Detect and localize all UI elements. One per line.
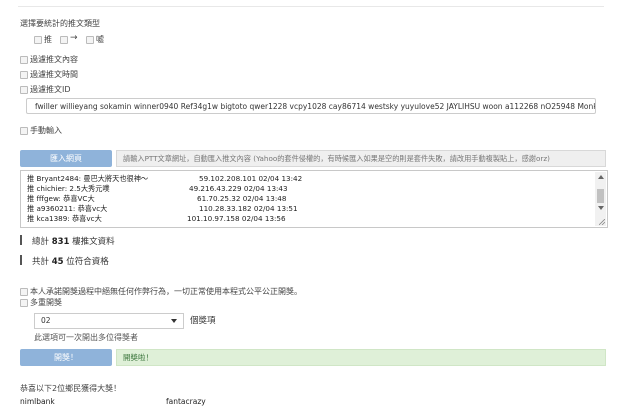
push-row: 推 Bryant2484: 曼巴大將天也很神～ 59.102.208.101 02… (27, 174, 303, 183)
type-arrow-checkbox[interactable] (60, 36, 68, 44)
scroll-down-icon[interactable] (598, 206, 604, 210)
push-row: 推 fffgew: 恭喜VC大 61.70.25.32 02/04 13:48 (27, 194, 287, 203)
prize-count-select[interactable]: 02 (34, 313, 184, 329)
stat-bar (20, 235, 22, 245)
multi-prize-label: 多重開獎 (30, 298, 62, 307)
stat-bar (20, 255, 22, 265)
filter-time-checkbox[interactable] (20, 71, 28, 79)
filter-content-label: 過濾推文內容 (30, 55, 78, 64)
section-title: 選擇要統計的推文類型 (20, 19, 100, 28)
filter-content-checkbox[interactable] (20, 56, 28, 64)
push-textarea[interactable]: 推 Bryant2484: 曼巴大將天也很神～ 59.102.208.101 02… (20, 170, 608, 228)
chevron-down-icon (171, 319, 177, 323)
type-push-checkbox[interactable] (34, 36, 42, 44)
agree-label: 本人承諾開獎過程中絕無任何作弊行為，一切正常使用本程式公平公正開獎。 (30, 287, 302, 296)
winner-name: fantacrazy (166, 397, 206, 406)
type-boo-label: 噓 (96, 35, 104, 44)
winner-name: nimlbank (20, 397, 55, 406)
type-arrow-label: → (70, 33, 78, 43)
url-input[interactable]: 請輸入PTT文章網址，自動匯入推文內容 (Yahoo的套件侵權的，有時候匯入如果… (116, 150, 606, 167)
total-stat: 總計 831 樓推文資料 (32, 237, 115, 247)
qualified-stat: 共計 45 位符合資格 (32, 257, 109, 267)
filter-time-label: 過濾推文時間 (30, 70, 78, 79)
manual-input-checkbox[interactable] (20, 127, 28, 135)
filter-id-checkbox[interactable] (20, 86, 28, 94)
filter-id-label: 過濾推文ID (30, 85, 71, 94)
push-row: 推 a9360211: 恭喜vc大 110.28.33.182 02/04 13:… (27, 204, 298, 213)
import-button[interactable]: 匯入網頁 (20, 150, 112, 167)
push-row: 推 kca1389: 恭喜vc大 101.10.97.158 02/04 13:5… (27, 214, 286, 223)
type-push-label: 推 (44, 35, 52, 44)
scroll-up-icon[interactable] (598, 175, 604, 179)
resize-handle-icon[interactable] (599, 219, 605, 225)
id-filter-input[interactable]: fwiller willieyang sokamin winner0940 Re… (26, 98, 596, 114)
top-divider (18, 6, 604, 7)
multi-prize-checkbox[interactable] (20, 299, 28, 307)
textarea-scrollbar[interactable] (595, 172, 606, 226)
prize-note: 此選項可一次開出多位得獎者 (34, 333, 138, 342)
scroll-thumb[interactable] (597, 189, 604, 203)
winners-title: 恭喜以下2位鄉民獲得大獎！ (20, 384, 122, 393)
push-row: 推 chichier: 2.5大秀元噗 49.216.43.229 02/04 1… (27, 184, 288, 193)
manual-input-label: 手動輸入 (30, 126, 62, 135)
agree-checkbox[interactable] (20, 288, 28, 296)
prize-suffix: 個獎項 (190, 316, 216, 326)
success-message: 開獎啦！ (116, 349, 606, 366)
draw-button[interactable]: 開獎！ (20, 349, 112, 366)
type-boo-checkbox[interactable] (86, 36, 94, 44)
